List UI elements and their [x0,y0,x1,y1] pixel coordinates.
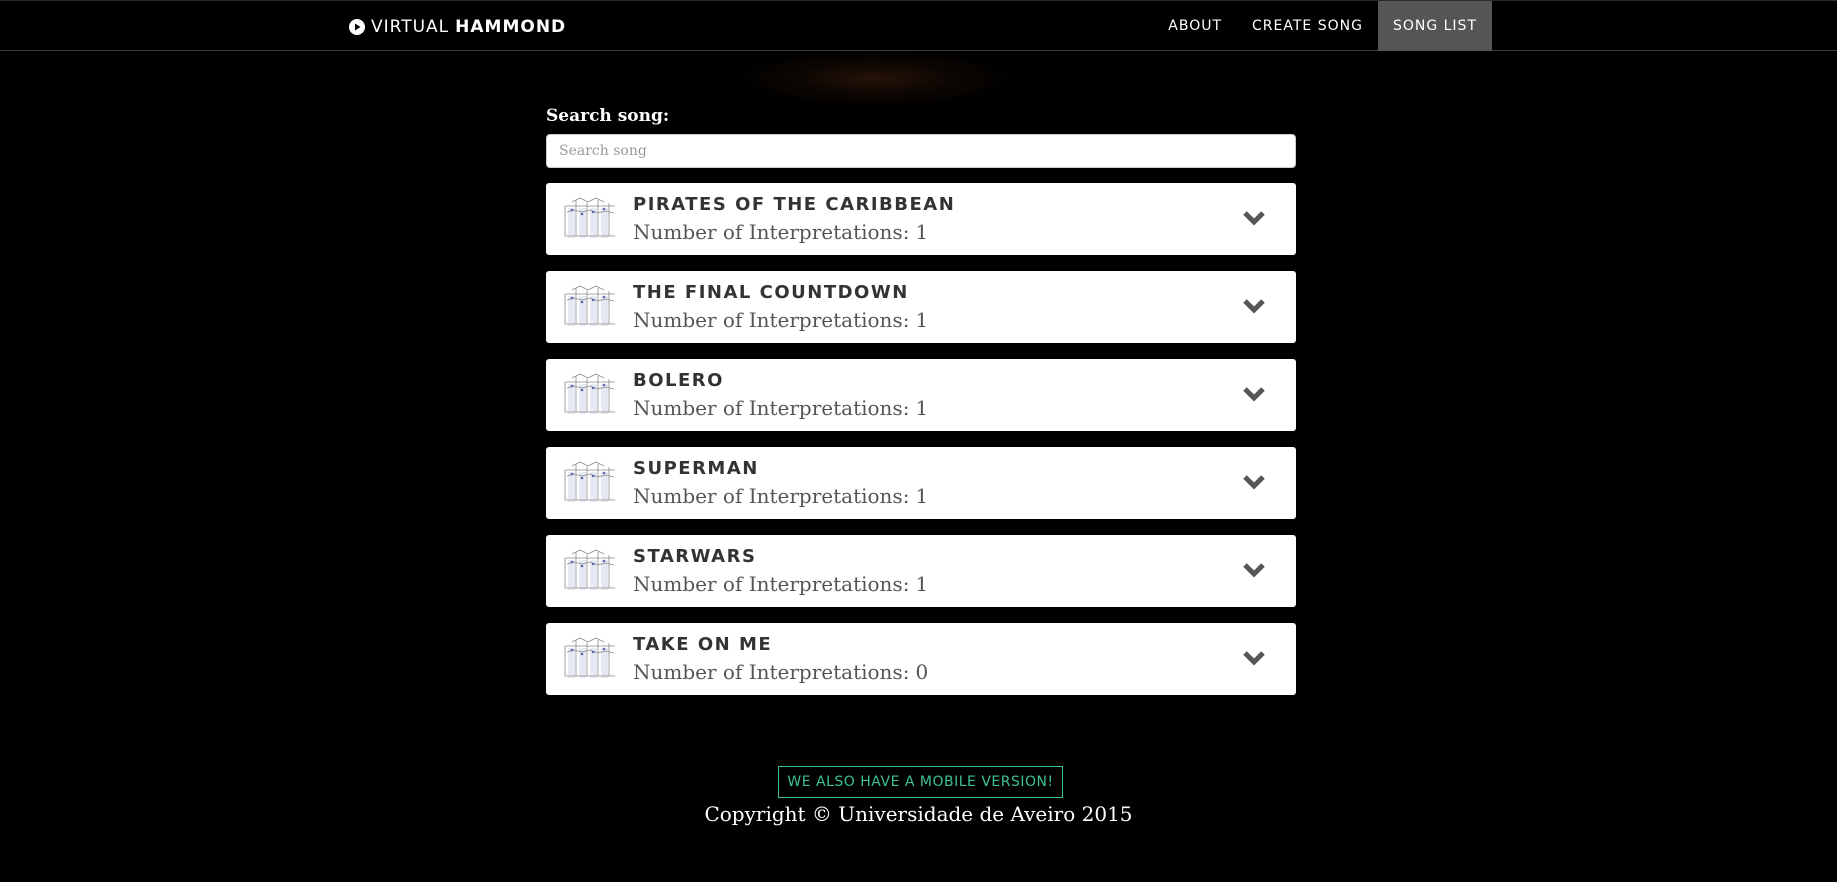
song-interpretations: Number of Interpretations: 1 [633,572,928,596]
song-title: BOLERO [633,370,724,391]
interpretations-label: Number of Interpretations: [633,484,910,508]
brand-name-light: VIRTUAL [371,17,450,37]
song-item[interactable]: STARWARS Number of Interpretations: 1 [546,535,1296,607]
interpretations-label: Number of Interpretations: [633,220,910,244]
song-title: SUPERMAN [633,458,759,479]
top-navbar: VIRTUAL HAMMOND ABOUT CREATE SONG SONG L… [0,0,1837,51]
sheet-music-icon [562,282,618,328]
interpretations-label: Number of Interpretations: [633,396,910,420]
nav-about[interactable]: ABOUT [1153,1,1237,51]
interpretations-count: 1 [915,220,929,244]
interpretations-count: 1 [915,308,929,332]
sheet-music-icon [562,458,618,504]
chevron-down-icon[interactable] [1242,473,1266,491]
song-item[interactable]: PIRATES OF THE CARIBBEAN Number of Inter… [546,183,1296,255]
interpretations-count: 1 [915,484,929,508]
search-label: Search song: [546,106,670,126]
copyright-text: Copyright © Universidade de Aveiro 2015 [704,802,1133,826]
sheet-music-icon [562,370,618,416]
song-interpretations: Number of Interpretations: 1 [633,220,928,244]
sheet-music-icon [562,634,618,680]
song-interpretations: Number of Interpretations: 0 [633,660,928,684]
song-item[interactable]: TAKE ON ME Number of Interpretations: 0 [546,623,1296,695]
interpretations-label: Number of Interpretations: [633,572,910,596]
sheet-music-icon [562,194,618,240]
interpretations-label: Number of Interpretations: [633,308,910,332]
song-title: PIRATES OF THE CARIBBEAN [633,194,956,215]
nav-song-list[interactable]: SONG LIST [1377,1,1492,51]
chevron-down-icon[interactable] [1242,385,1266,403]
song-item[interactable]: SUPERMAN Number of Interpretations: 1 [546,447,1296,519]
interpretations-count: 1 [915,396,929,420]
song-title: STARWARS [633,546,757,567]
song-title: TAKE ON ME [633,634,773,655]
mobile-version-button[interactable]: WE ALSO HAVE A MOBILE VERSION! [778,766,1063,798]
song-list: PIRATES OF THE CARIBBEAN Number of Inter… [546,183,1296,711]
interpretations-count: 0 [915,660,929,684]
song-interpretations: Number of Interpretations: 1 [633,396,928,420]
chevron-down-icon[interactable] [1242,209,1266,227]
nav-create-song[interactable]: CREATE SONG [1237,1,1378,51]
song-interpretations: Number of Interpretations: 1 [633,484,928,508]
play-circle-icon [349,19,365,35]
sheet-music-icon [562,546,618,592]
song-item[interactable]: BOLERO Number of Interpretations: 1 [546,359,1296,431]
search-input[interactable] [546,134,1296,168]
song-item[interactable]: THE FINAL COUNTDOWN Number of Interpreta… [546,271,1296,343]
brand-link[interactable]: VIRTUAL HAMMOND [349,16,566,38]
interpretations-count: 1 [915,572,929,596]
interpretations-label: Number of Interpretations: [633,660,910,684]
chevron-down-icon[interactable] [1242,561,1266,579]
song-title: THE FINAL COUNTDOWN [633,282,909,303]
brand-name-bold: HAMMOND [455,17,567,37]
chevron-down-icon[interactable] [1242,649,1266,667]
song-interpretations: Number of Interpretations: 1 [633,308,928,332]
header-background-image [740,51,1010,106]
main-nav: ABOUT CREATE SONG SONG LIST [1153,1,1492,51]
chevron-down-icon[interactable] [1242,297,1266,315]
